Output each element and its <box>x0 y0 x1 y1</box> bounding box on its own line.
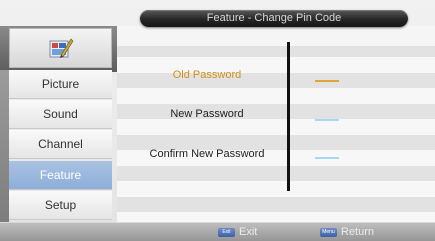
menu-item-picture[interactable]: Picture <box>9 70 112 99</box>
settings-tools-icon <box>49 38 74 58</box>
exit-hint[interactable]: Exit Exit <box>218 225 257 239</box>
footer-bar: Exit Exit Menu Return <box>0 222 435 241</box>
return-label: Return <box>341 226 375 238</box>
column-divider <box>287 42 290 191</box>
new-password-input[interactable] <box>315 119 339 121</box>
page-title: Feature - Change Pin Code <box>140 10 408 27</box>
old-password-input[interactable] <box>315 80 339 82</box>
menu-key-icon: Menu <box>320 227 337 237</box>
menu-item-sound[interactable]: Sound <box>9 100 112 129</box>
content-panel <box>117 26 435 222</box>
menu-left-edge <box>0 70 9 222</box>
content-header-strip <box>117 26 435 46</box>
exit-label: Exit <box>239 226 258 238</box>
new-password-label: New Password <box>170 108 244 120</box>
menu-item-setup[interactable]: Setup <box>9 191 112 220</box>
menu-logo-tile <box>9 28 112 68</box>
exit-key-icon: Exit <box>218 227 235 237</box>
confirm-password-label: Confirm New Password <box>149 148 265 160</box>
confirm-password-input[interactable] <box>315 157 339 159</box>
menu-item-channel[interactable]: Channel <box>9 130 112 159</box>
old-password-label: Old Password <box>172 69 242 81</box>
return-hint[interactable]: Menu Return <box>320 225 374 239</box>
menu-item-feature[interactable]: Feature <box>9 161 112 190</box>
side-menu: Picture Sound Channel Feature Setup <box>9 70 112 222</box>
